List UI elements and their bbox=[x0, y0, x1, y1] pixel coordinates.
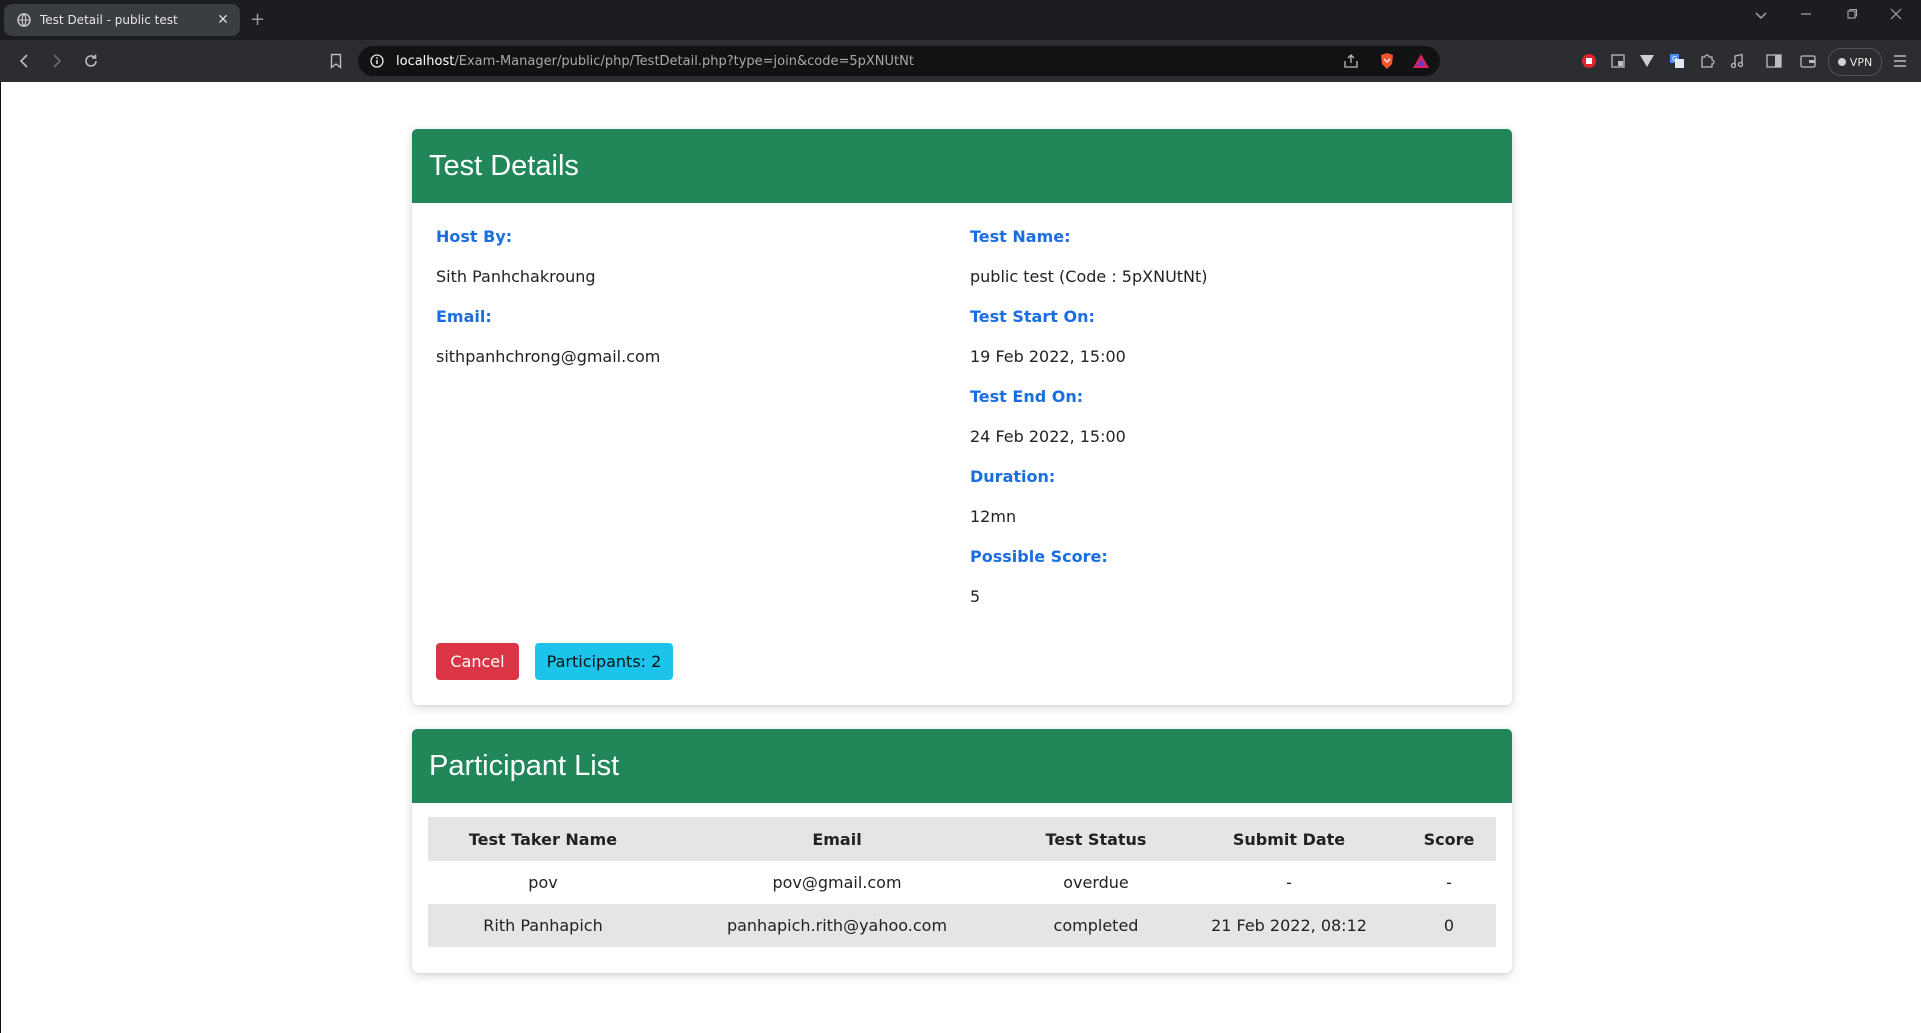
vpn-status-icon bbox=[1837, 58, 1846, 66]
test-start-label: Test Start On: bbox=[970, 307, 1095, 326]
email-label: Email: bbox=[436, 307, 492, 326]
record-extension-icon[interactable] bbox=[1580, 52, 1598, 70]
brave-shields-icon[interactable] bbox=[1378, 52, 1396, 70]
svg-text:G: G bbox=[1672, 55, 1677, 63]
screenshot-extension-icon[interactable] bbox=[1609, 52, 1627, 70]
participant-list-card: Participant List Test Taker Name Email T… bbox=[412, 729, 1512, 973]
host-label: Host By: bbox=[436, 227, 513, 246]
test-name-value: public test (Code : 5pXNUtNt) bbox=[970, 267, 1208, 286]
column-header-name: Test Taker Name bbox=[428, 817, 658, 861]
cell-score: 0 bbox=[1402, 904, 1496, 947]
column-header-submit-date: Submit Date bbox=[1176, 817, 1402, 861]
participants-button[interactable]: Participants: 2 bbox=[535, 643, 673, 680]
address-bar[interactable]: localhost/Exam-Manager/public/php/TestDe… bbox=[358, 46, 1440, 76]
email-value: sithpanhchrong@gmail.com bbox=[436, 347, 661, 366]
translate-icon[interactable]: G bbox=[1668, 52, 1686, 70]
possible-score-label: Possible Score: bbox=[970, 547, 1108, 566]
brave-rewards-icon[interactable] bbox=[1412, 52, 1430, 70]
new-tab-button[interactable]: + bbox=[250, 9, 265, 30]
reload-icon[interactable] bbox=[81, 51, 101, 71]
cell-name: pov bbox=[528, 873, 558, 892]
media-music-icon[interactable] bbox=[1728, 52, 1746, 70]
duration-label: Duration: bbox=[970, 467, 1056, 486]
test-name-label: Test Name: bbox=[970, 227, 1071, 246]
sidebar-toggle-icon[interactable] bbox=[1765, 52, 1783, 70]
test-start-value: 19 Feb 2022, 15:00 bbox=[970, 347, 1126, 366]
minimize-icon[interactable] bbox=[1794, 8, 1818, 24]
vpn-button[interactable]: VPN bbox=[1828, 48, 1882, 76]
cell-status: overdue bbox=[1063, 873, 1129, 892]
test-end-label: Test End On: bbox=[970, 387, 1084, 406]
table-row: pov pov@gmail.com overdue - - bbox=[428, 861, 1496, 904]
close-window-icon[interactable] bbox=[1884, 8, 1908, 24]
cell-status: completed bbox=[1016, 904, 1176, 947]
host-value: Sith Panhchakroung bbox=[436, 267, 596, 286]
forward-icon[interactable] bbox=[47, 51, 67, 71]
restore-icon[interactable] bbox=[1840, 8, 1864, 24]
column-header-score: Score bbox=[1402, 817, 1496, 861]
test-details-card: Test Details Host By: Sith Panhchakroung… bbox=[412, 129, 1512, 705]
url-host: localhost bbox=[396, 53, 455, 69]
url-path: /Exam-Manager/public/php/TestDetail.php?… bbox=[454, 53, 914, 69]
cell-score: - bbox=[1446, 873, 1452, 892]
globe-icon bbox=[16, 12, 32, 28]
back-icon[interactable] bbox=[14, 51, 34, 71]
bookmark-icon[interactable] bbox=[326, 51, 346, 71]
vue-devtools-icon[interactable] bbox=[1638, 52, 1656, 70]
cell-email: pov@gmail.com bbox=[772, 873, 902, 892]
tab-search-icon[interactable] bbox=[1749, 8, 1773, 24]
cell-email: panhapich.rith@yahoo.com bbox=[658, 904, 1016, 947]
extensions-puzzle-icon[interactable] bbox=[1698, 52, 1716, 70]
test-end-value: 24 Feb 2022, 15:00 bbox=[970, 427, 1126, 446]
active-tab[interactable]: Test Detail - public test ✕ bbox=[4, 4, 240, 36]
participant-list-header: Participant List bbox=[412, 729, 1512, 803]
vpn-label: VPN bbox=[1849, 55, 1873, 69]
cancel-button[interactable]: Cancel bbox=[436, 643, 519, 680]
cell-submit-date: 21 Feb 2022, 08:12 bbox=[1176, 904, 1402, 947]
column-header-email: Email bbox=[658, 817, 1016, 861]
menu-hamburger-icon[interactable] bbox=[1891, 52, 1909, 70]
page-content: Test Details Host By: Sith Panhchakroung… bbox=[0, 82, 1921, 1033]
cell-name: Rith Panhapich bbox=[428, 904, 658, 947]
share-icon[interactable] bbox=[1342, 52, 1360, 70]
tab-title: Test Detail - public test bbox=[40, 13, 178, 27]
site-info-icon[interactable] bbox=[368, 52, 386, 70]
column-header-status: Test Status bbox=[1016, 817, 1176, 861]
wallet-icon[interactable] bbox=[1799, 52, 1817, 70]
cell-submit-date: - bbox=[1286, 873, 1292, 892]
url-text: localhost/Exam-Manager/public/php/TestDe… bbox=[396, 54, 914, 69]
table-header-row: Test Taker Name Email Test Status Submit… bbox=[428, 817, 1496, 861]
duration-value: 12mn bbox=[970, 507, 1017, 526]
close-tab-icon[interactable]: ✕ bbox=[212, 9, 234, 31]
table-row: Rith Panhapich panhapich.rith@yahoo.com … bbox=[428, 904, 1496, 947]
test-details-header: Test Details bbox=[412, 129, 1512, 203]
participant-table: Test Taker Name Email Test Status Submit… bbox=[428, 817, 1496, 947]
possible-score-value: 5 bbox=[970, 587, 981, 606]
tab-strip: Test Detail - public test ✕ + bbox=[0, 0, 1921, 40]
